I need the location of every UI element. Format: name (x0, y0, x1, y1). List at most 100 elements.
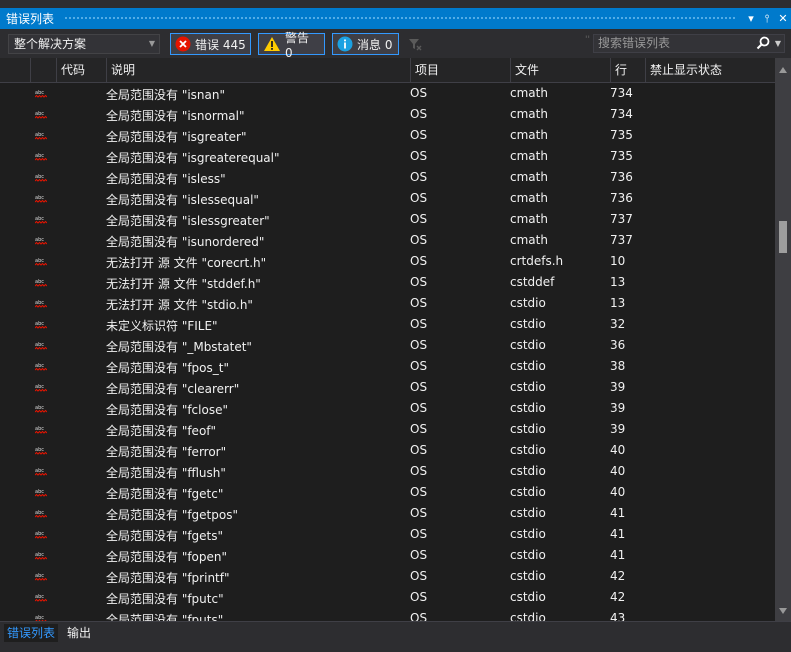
table-row[interactable]: abc 全局范围没有 "fflush" OS cstdio 40 (0, 461, 775, 482)
row-file: crtdefs.h (510, 254, 564, 268)
table-row[interactable]: abc 全局范围没有 "fgetc" OS cstdio 40 (0, 482, 775, 503)
row-project: OS (410, 443, 428, 457)
table-row[interactable]: abc 未定义标识符 "FILE" OS cstdio 32 (0, 314, 775, 335)
header-project[interactable]: 项目 (410, 58, 510, 82)
window-dropdown-icon[interactable]: ▾ (743, 12, 759, 25)
row-line: 40 (610, 464, 626, 478)
table-row[interactable]: abc 全局范围没有 "fclose" OS cstdio 39 (0, 398, 775, 419)
row-description: 全局范围没有 "islessequal" (106, 193, 259, 207)
search-box[interactable]: 搜索错误列表 ▼ (593, 34, 785, 53)
header-icon-column[interactable] (0, 58, 30, 82)
row-project: OS (410, 464, 428, 478)
row-description: 全局范围没有 "fputs" (106, 613, 224, 621)
squiggle-error-icon: abc (34, 88, 48, 102)
table-row[interactable]: abc 全局范围没有 "fgetpos" OS cstdio 41 (0, 503, 775, 524)
top-strip (0, 0, 791, 8)
table-row[interactable]: abc 全局范围没有 "islessequal" OS cmath 736 (0, 188, 775, 209)
table-row[interactable]: abc 全局范围没有 "fopen" OS cstdio 41 (0, 545, 775, 566)
squiggle-error-icon: abc (34, 550, 48, 564)
row-line: 735 (610, 149, 633, 163)
row-line: 39 (610, 380, 626, 394)
row-line: 38 (610, 359, 626, 373)
scroll-down-icon[interactable] (779, 603, 787, 617)
table-row[interactable]: abc 全局范围没有 "islessgreater" OS cmath 737 (0, 209, 775, 230)
table-row[interactable]: abc 全局范围没有 "_Mbstatet" OS cstdio 36 (0, 335, 775, 356)
row-description: 全局范围没有 "clearerr" (106, 382, 240, 396)
vertical-scrollbar[interactable] (775, 58, 791, 621)
row-project: OS (410, 233, 428, 247)
messages-filter-button[interactable]: 消息 0 (332, 33, 399, 55)
table-row[interactable]: abc 无法打开 源 文件 "corecrt.h" OS crtdefs.h 10 (0, 251, 775, 272)
row-project: OS (410, 422, 428, 436)
row-file: cstdio (510, 485, 546, 499)
squiggle-error-icon: abc (34, 382, 48, 396)
row-description: 无法打开 源 文件 "corecrt.h" (106, 256, 267, 270)
table-row[interactable]: abc 全局范围没有 "fputc" OS cstdio 42 (0, 587, 775, 608)
table-row[interactable]: abc 全局范围没有 "isgreaterequal" OS cmath 735 (0, 146, 775, 167)
errors-filter-label: 错误 445 (195, 37, 246, 52)
tab-output[interactable]: 输出 (64, 624, 94, 642)
table-row[interactable]: abc 全局范围没有 "ferror" OS cstdio 40 (0, 440, 775, 461)
filter-icon[interactable] (408, 37, 422, 54)
row-line: 734 (610, 86, 633, 100)
row-project: OS (410, 380, 428, 394)
row-file: cstdio (510, 296, 546, 310)
close-icon[interactable]: ✕ (775, 12, 791, 25)
tab-error-list[interactable]: 错误列表 (4, 624, 59, 642)
squiggle-error-icon: abc (34, 172, 48, 186)
row-project: OS (410, 401, 428, 415)
table-row[interactable]: abc 全局范围没有 "isnormal" OS cmath 734 (0, 104, 775, 125)
header-description[interactable]: 说明 (106, 58, 410, 82)
header-file[interactable]: 文件 (510, 58, 610, 82)
pin-icon[interactable]: ⫯ (759, 12, 775, 26)
header-line[interactable]: 行 (610, 58, 645, 82)
table-row[interactable]: abc 全局范围没有 "fputs" OS cstdio 43 (0, 608, 775, 621)
row-description: 全局范围没有 "fputc" (106, 592, 224, 606)
search-options-icon[interactable]: ▼ (775, 35, 781, 52)
row-file: cstdio (510, 422, 546, 436)
table-row[interactable]: abc 全局范围没有 "feof" OS cstdio 39 (0, 419, 775, 440)
table-row[interactable]: abc 无法打开 源 文件 "stdio.h" OS cstdio 13 (0, 293, 775, 314)
scroll-up-icon[interactable] (779, 62, 787, 76)
table-row[interactable]: abc 全局范围没有 "fpos_t" OS cstdio 38 (0, 356, 775, 377)
row-project: OS (410, 611, 428, 621)
table-row[interactable]: abc 全局范围没有 "fprintf" OS cstdio 42 (0, 566, 775, 587)
table-row[interactable]: abc 全局范围没有 "fgets" OS cstdio 41 (0, 524, 775, 545)
row-file: cstdio (510, 317, 546, 331)
scope-dropdown[interactable]: 整个解决方案 ▼ (8, 34, 160, 54)
header-suppression-state[interactable]: 禁止显示状态 (645, 58, 771, 82)
warnings-filter-button[interactable]: 警告 0 (258, 31, 325, 60)
table-row[interactable]: abc 全局范围没有 "isgreater" OS cmath 735 (0, 125, 775, 146)
table-row[interactable]: abc 无法打开 源 文件 "stddef.h" OS cstddef 13 (0, 272, 775, 293)
chevron-down-icon: ▼ (148, 39, 155, 48)
header-code[interactable]: 代码 (56, 58, 106, 82)
squiggle-error-icon: abc (34, 130, 48, 144)
header-type-column[interactable] (30, 58, 56, 82)
row-line: 736 (610, 170, 633, 184)
row-project: OS (410, 317, 428, 331)
table-row[interactable]: abc 全局范围没有 "isnan" OS cmath 734 (0, 83, 775, 104)
table-row[interactable]: abc 全局范围没有 "clearerr" OS cstdio 39 (0, 377, 775, 398)
table-row[interactable]: abc 全局范围没有 "isunordered" OS cmath 737 (0, 230, 775, 251)
row-line: 13 (610, 296, 626, 310)
row-file: cstdio (510, 569, 546, 583)
row-project: OS (410, 86, 428, 100)
row-description: 未定义标识符 "FILE" (106, 319, 218, 333)
squiggle-error-icon: abc (34, 193, 48, 207)
error-list[interactable]: abc 全局范围没有 "isnan" OS cmath 734 abc 全局范围没有 "is… (0, 83, 775, 621)
row-project: OS (410, 338, 428, 352)
scrollbar-thumb[interactable] (779, 221, 787, 253)
row-file: cstdio (510, 611, 546, 621)
squiggle-error-icon: abc (34, 319, 48, 333)
squiggle-error-icon: abc (35, 613, 47, 621)
search-icon[interactable] (756, 36, 770, 55)
toolbar-grip: '' (585, 35, 590, 45)
squiggle-error-icon: abc (34, 109, 48, 123)
squiggle-error-icon: abc (34, 151, 48, 165)
error-list-toolbar: 整个解决方案 ▼ 错误 445 警告 0 消息 0 '' 搜索错误列表 ▼ (0, 29, 791, 60)
errors-filter-button[interactable]: 错误 445 (170, 33, 251, 55)
row-project: OS (410, 485, 428, 499)
table-row[interactable]: abc 全局范围没有 "isless" OS cmath 736 (0, 167, 775, 188)
row-file: cstdio (510, 401, 546, 415)
tool-window-title-bar[interactable]: 错误列表 ▾ ⫯ ✕ (0, 8, 791, 29)
